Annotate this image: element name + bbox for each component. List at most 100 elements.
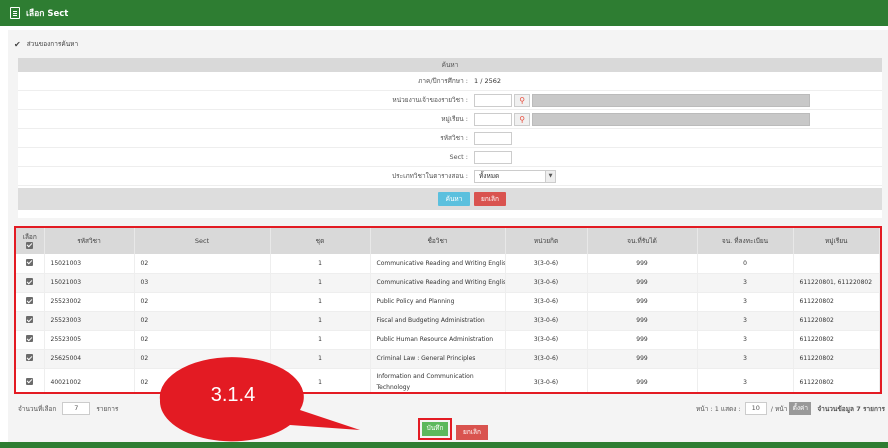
- row-checkbox[interactable]: [26, 278, 34, 285]
- save-button-highlight: บันทึก: [418, 418, 452, 440]
- credit-cell: 3(3-0-6): [505, 273, 588, 293]
- row-select-cell: [16, 311, 45, 331]
- table-row[interactable]: 25523002 02 1 Public Policy and Planning 3(3…: [16, 292, 880, 312]
- col-set: ชุด: [270, 228, 371, 254]
- row-checkbox[interactable]: [26, 377, 34, 385]
- course-code-cell: 40021002: [44, 368, 135, 392]
- course-name-cell: Communicative Reading and Writing Englis…: [370, 273, 506, 293]
- table-row[interactable]: 15021003 03 1 Communicative Reading and Wri…: [16, 273, 880, 293]
- table-row[interactable]: 25625004 02 1 Criminal Law : General Princi…: [16, 349, 880, 369]
- per-page-unit: / หน้า: [770, 404, 788, 413]
- student-group-code-input[interactable]: [474, 113, 512, 126]
- student-group-cell: 611220802: [793, 368, 880, 392]
- schedule-type-label: ประเภทวิชาในตารางสอน :: [392, 172, 468, 180]
- table-row[interactable]: 15021003 02 1 Communicative Reading and Wri…: [16, 254, 880, 274]
- selected-count-field: 7: [62, 402, 91, 415]
- registered-cell: 3: [697, 273, 794, 293]
- credit-cell: 3(3-0-6): [505, 292, 588, 312]
- page-info: หน้า : 1 แสดง :: [696, 404, 741, 413]
- capacity-cell: 999: [587, 349, 698, 369]
- table-row[interactable]: 25523005 02 1 Public Human Resource Adminis…: [16, 330, 880, 350]
- col-capacity: จน.ที่รับได้: [587, 228, 698, 254]
- row-checkbox[interactable]: [26, 335, 34, 342]
- capacity-cell: 999: [587, 292, 698, 312]
- row-select-cell: [16, 368, 45, 392]
- selected-count-label: จำนวนที่เลือก: [18, 404, 57, 413]
- course-code-row: รหัสวิชา :: [18, 129, 882, 148]
- sect-table: เลือก รหัสวิชา Sect ชุด ชื่อวิชา หน่วยกิ…: [16, 228, 880, 392]
- course-owner-name-field: [532, 94, 811, 107]
- sect-input[interactable]: [474, 151, 512, 164]
- student-group-field-group: ⚲: [474, 113, 811, 126]
- table-row[interactable]: 40021002 02 1 Information and Communication…: [16, 368, 880, 392]
- bottom-bar: [0, 442, 888, 448]
- row-checkbox[interactable]: [26, 297, 34, 304]
- search-panel-title: ค้นหา: [18, 58, 882, 72]
- save-button[interactable]: บันทึก: [422, 422, 448, 436]
- callout-label: 3.1.4: [210, 384, 256, 406]
- capacity-cell: 999: [587, 368, 698, 392]
- set-cell: 1: [270, 254, 371, 274]
- search-button[interactable]: ค้นหา: [438, 192, 470, 206]
- student-group-name-field: [532, 113, 811, 126]
- term-value: 1 / 2562: [474, 77, 501, 85]
- row-select-cell: [16, 330, 45, 350]
- student-group-row: หมู่เรียน : ⚲: [18, 110, 882, 129]
- registered-cell: 0: [697, 254, 794, 274]
- document-icon: [10, 7, 20, 19]
- chevron-down-icon: ✔: [14, 39, 21, 49]
- col-credit: หน่วยกิต: [505, 228, 588, 254]
- set-cell: 1: [270, 349, 371, 369]
- cancel-search-button[interactable]: ยกเลิก: [474, 192, 506, 206]
- course-code-cell: 25523003: [44, 311, 135, 331]
- course-name-cell: Information and Communication Technology: [370, 368, 506, 392]
- pagination-bar: หน้า : 1 แสดง : 10 / หน้า ตั้งค่า จำนวนข…: [696, 402, 888, 415]
- table-row[interactable]: 25523003 02 1 Fiscal and Budgeting Administ…: [16, 311, 880, 331]
- student-group-cell: 611220802: [793, 349, 880, 369]
- search-panel: ค้นหา ภาค/ปีการศึกษา : 1 / 2562 หน่วยงาน…: [18, 58, 882, 218]
- row-checkbox[interactable]: [26, 258, 34, 266]
- schedule-type-select[interactable]: ทั้งหมด ▼: [474, 170, 556, 183]
- registered-cell: 3: [697, 292, 794, 312]
- set-cell: 1: [270, 330, 371, 350]
- row-select-cell: [16, 273, 45, 293]
- chevron-down-icon: ▼: [545, 171, 555, 182]
- capacity-cell: 999: [587, 273, 698, 293]
- registered-cell: 3: [697, 330, 794, 350]
- course-code-input[interactable]: [474, 132, 512, 145]
- search-icon[interactable]: ⚲: [514, 94, 531, 107]
- search-section-toggle[interactable]: ✔ ส่วนของการค้นหา: [8, 36, 886, 52]
- sect-cell: 02: [134, 349, 271, 369]
- col-course-name: ชื่อวิชา: [370, 228, 506, 254]
- sect-cell: 02: [134, 311, 271, 331]
- row-checkbox[interactable]: [26, 316, 34, 323]
- select-all-checkbox[interactable]: [26, 241, 34, 249]
- capacity-cell: 999: [587, 311, 698, 331]
- total-records: จำนวนข้อมูล 7 รายการ: [817, 404, 886, 413]
- selected-count-unit: รายการ: [96, 404, 119, 413]
- search-icon[interactable]: ⚲: [514, 113, 531, 126]
- student-group-cell: 611220802: [793, 330, 880, 350]
- search-section-label: ส่วนของการค้นหา: [26, 40, 79, 48]
- schedule-type-row: ประเภทวิชาในตารางสอน : ทั้งหมด ▼: [18, 167, 882, 186]
- col-student-group: หมู่เรียน: [793, 228, 880, 254]
- col-sect: Sect: [134, 228, 271, 254]
- table-header-row: เลือก รหัสวิชา Sect ชุด ชื่อวิชา หน่วยกิ…: [16, 228, 880, 254]
- sect-cell: 03: [134, 273, 271, 293]
- course-code-cell: 25625004: [44, 349, 135, 369]
- credit-cell: 3(3-0-6): [505, 330, 588, 350]
- registered-cell: 3: [697, 368, 794, 392]
- course-owner-code-input[interactable]: [474, 94, 512, 107]
- apply-per-page-button[interactable]: ตั้งค่า: [789, 402, 812, 415]
- student-group-cell: 611220802: [793, 292, 880, 312]
- term-row: ภาค/ปีการศึกษา : 1 / 2562: [18, 72, 882, 91]
- cancel-button[interactable]: ยกเลิก: [456, 425, 488, 440]
- registered-cell: 3: [697, 349, 794, 369]
- set-cell: 1: [270, 273, 371, 293]
- course-name-cell: Public Policy and Planning: [370, 292, 506, 312]
- capacity-cell: 999: [587, 330, 698, 350]
- row-checkbox[interactable]: [26, 354, 34, 361]
- sect-cell: 02: [134, 330, 271, 350]
- per-page-input[interactable]: 10: [744, 402, 767, 415]
- col-select: เลือก: [16, 228, 45, 254]
